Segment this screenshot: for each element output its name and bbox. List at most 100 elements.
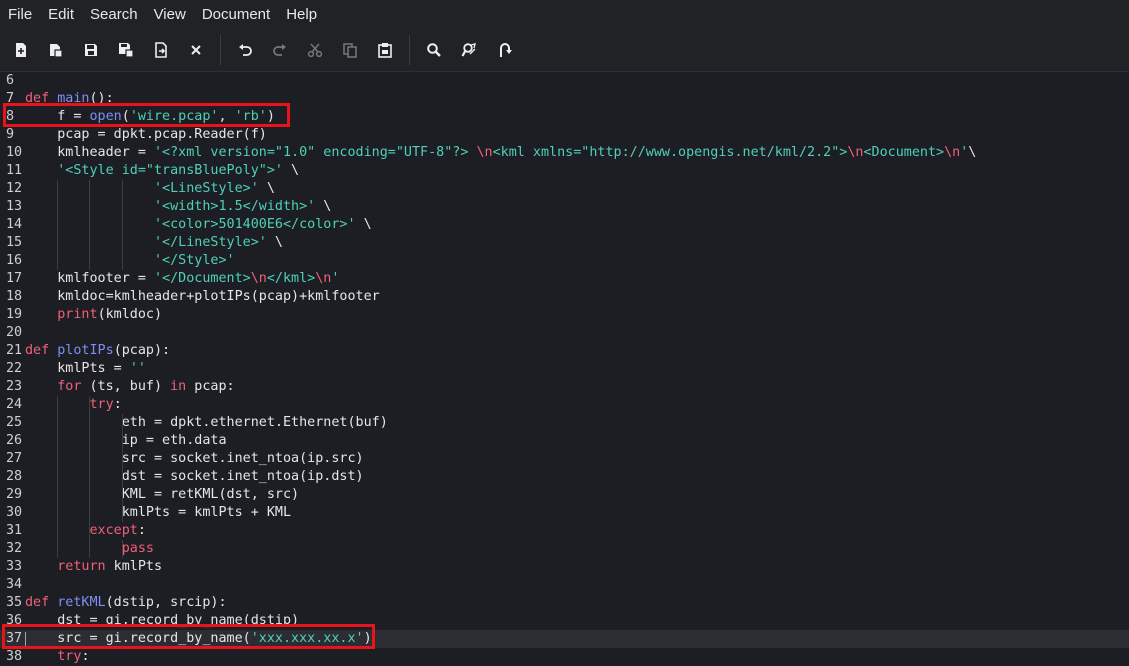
code-token: '<color>501400E6</color>' — [154, 217, 356, 232]
code-token: '</LineStyle>' — [154, 235, 267, 250]
save-as-icon[interactable] — [113, 37, 139, 63]
code-line-11[interactable]: 11 '<Style id="transBluePoly">' \ — [0, 162, 1129, 180]
paste-icon[interactable] — [372, 37, 398, 63]
code-line-21[interactable]: 21 def plotIPs(pcap): — [0, 342, 1129, 360]
code-text: '<Style id="transBluePoly">' \ — [25, 162, 299, 180]
reload-icon[interactable] — [148, 37, 174, 63]
code-line-10[interactable]: 10 kmlheader = '<?xml version="1.0" enco… — [0, 144, 1129, 162]
code-line-22[interactable]: 22 kmlPts = '' — [0, 360, 1129, 378]
code-token: except — [89, 523, 138, 538]
code-line-12[interactable]: 12 '<LineStyle>' \ — [0, 180, 1129, 198]
code-text: '<color>501400E6</color>' \ — [25, 216, 372, 234]
redo-icon[interactable] — [267, 37, 293, 63]
code-line-17[interactable]: 17 kmlfooter = '</Document>\n</kml>\n' — [0, 270, 1129, 288]
code-line-14[interactable]: 14 '<color>501400E6</color>' \ — [0, 216, 1129, 234]
indent-guide — [89, 540, 91, 558]
menu-search[interactable]: Search — [82, 0, 146, 29]
code-line-26[interactable]: 26 ip = eth.data — [0, 432, 1129, 450]
code-line-20[interactable]: 20 — [0, 324, 1129, 342]
code-token: def — [25, 595, 50, 610]
code-line-29[interactable]: 29 KML = retKML(dst, src) — [0, 486, 1129, 504]
code-line-25[interactable]: 25 eth = dpkt.ethernet.Ethernet(buf) — [0, 414, 1129, 432]
line-number: 20 — [6, 325, 23, 340]
code-token: '' — [129, 361, 146, 376]
cut-icon[interactable] — [302, 37, 328, 63]
code-text: ip = eth.data — [25, 432, 227, 450]
code-line-9[interactable]: 9 pcap = dpkt.pcap.Reader(f) — [0, 126, 1129, 144]
line-number: 35 — [6, 595, 23, 610]
code-token: dst = socket.inet_ntoa(ip.dst) — [25, 469, 364, 484]
code-line-30[interactable]: 30 kmlPts = kmlPts + KML — [0, 504, 1129, 522]
line-number: 33 — [6, 559, 23, 574]
code-line-19[interactable]: 19 print(kmldoc) — [0, 306, 1129, 324]
menu-view[interactable]: View — [146, 0, 194, 29]
indent-guide — [121, 216, 123, 234]
indent-guide — [89, 504, 91, 522]
line-number: 24 — [6, 397, 23, 412]
code-token: plotIPs — [57, 343, 114, 358]
code-line-38[interactable]: 38 try: — [0, 648, 1129, 666]
save-icon[interactable] — [78, 37, 104, 63]
code-line-35[interactable]: 35 def retKML(dstip, srcip): — [0, 594, 1129, 612]
line-number: 16 — [6, 253, 23, 268]
code-token: \n — [847, 145, 864, 160]
line-number: 26 — [6, 433, 23, 448]
code-editor[interactable]: 6 7 def main(): 8 f = open('wire.pcap', 'rb… — [0, 72, 1129, 664]
code-token: '</Style>' — [154, 253, 235, 268]
code-token: <Document> — [863, 145, 945, 160]
indent-guide — [121, 252, 123, 270]
menu-document[interactable]: Document — [194, 0, 278, 29]
indent-guide — [57, 234, 59, 252]
line-number: 27 — [6, 451, 23, 466]
new-file-icon[interactable] — [8, 37, 34, 63]
code-line-23[interactable]: 23 for (ts, buf) in pcap: — [0, 378, 1129, 396]
code-line-13[interactable]: 13 '<width>1.5</width>' \ — [0, 198, 1129, 216]
undo-icon[interactable] — [232, 37, 258, 63]
code-token: '</Document> — [154, 271, 251, 286]
code-line-33[interactable]: 33 return kmlPts — [0, 558, 1129, 576]
code-text: except: — [25, 522, 146, 540]
code-line-18[interactable]: 18 kmldoc=kmlheader+plotIPs(pcap)+kmlfoo… — [0, 288, 1129, 306]
line-number: 38 — [6, 649, 23, 664]
menu-edit[interactable]: Edit — [40, 0, 82, 29]
code-text: pcap = dpkt.pcap.Reader(f) — [25, 126, 267, 144]
code-line-34[interactable]: 34 — [0, 576, 1129, 594]
code-line-16[interactable]: 16 '</Style>' — [0, 252, 1129, 270]
line-number: 14 — [6, 217, 23, 232]
goto-line-icon[interactable] — [491, 37, 517, 63]
code-token: (dstip, srcip): — [105, 595, 227, 610]
code-token: </kml> — [266, 271, 316, 286]
menu-help[interactable]: Help — [278, 0, 325, 29]
code-text: src = socket.inet_ntoa(ip.src) — [25, 450, 364, 468]
code-line-15[interactable]: 15 '</LineStyle>' \ — [0, 234, 1129, 252]
indent-guide — [57, 198, 59, 216]
find-replace-icon[interactable] — [456, 37, 482, 63]
line-number: 17 — [6, 271, 23, 286]
code-token: ip = eth.data — [25, 433, 227, 448]
code-token: def — [25, 343, 50, 358]
code-line-24[interactable]: 24 try: — [0, 396, 1129, 414]
copy-icon[interactable] — [337, 37, 363, 63]
line-number: 15 — [6, 235, 23, 250]
code-line-31[interactable]: 31 except: — [0, 522, 1129, 540]
code-line-6[interactable]: 6 — [0, 72, 1129, 90]
line-number: 21 — [6, 343, 23, 358]
highlight-box-line-37 — [2, 624, 375, 649]
close-icon[interactable] — [183, 37, 209, 63]
code-token: for — [57, 379, 82, 394]
indent-guide — [57, 450, 59, 468]
open-file-icon[interactable] — [43, 37, 69, 63]
code-text: KML = retKML(dst, src) — [25, 486, 299, 504]
indent-guide — [121, 486, 123, 504]
code-line-32[interactable]: 32 pass — [0, 540, 1129, 558]
search-icon[interactable] — [421, 37, 447, 63]
menu-file[interactable]: File — [0, 0, 40, 29]
code-token: (ts, buf) — [81, 379, 171, 394]
code-line-28[interactable]: 28 dst = socket.inet_ntoa(ip.dst) — [0, 468, 1129, 486]
indent-guide — [121, 432, 123, 450]
line-number: 34 — [6, 577, 23, 592]
code-line-27[interactable]: 27 src = socket.inet_ntoa(ip.src) — [0, 450, 1129, 468]
menu-bar: File Edit Search View Document Help — [0, 0, 1129, 29]
